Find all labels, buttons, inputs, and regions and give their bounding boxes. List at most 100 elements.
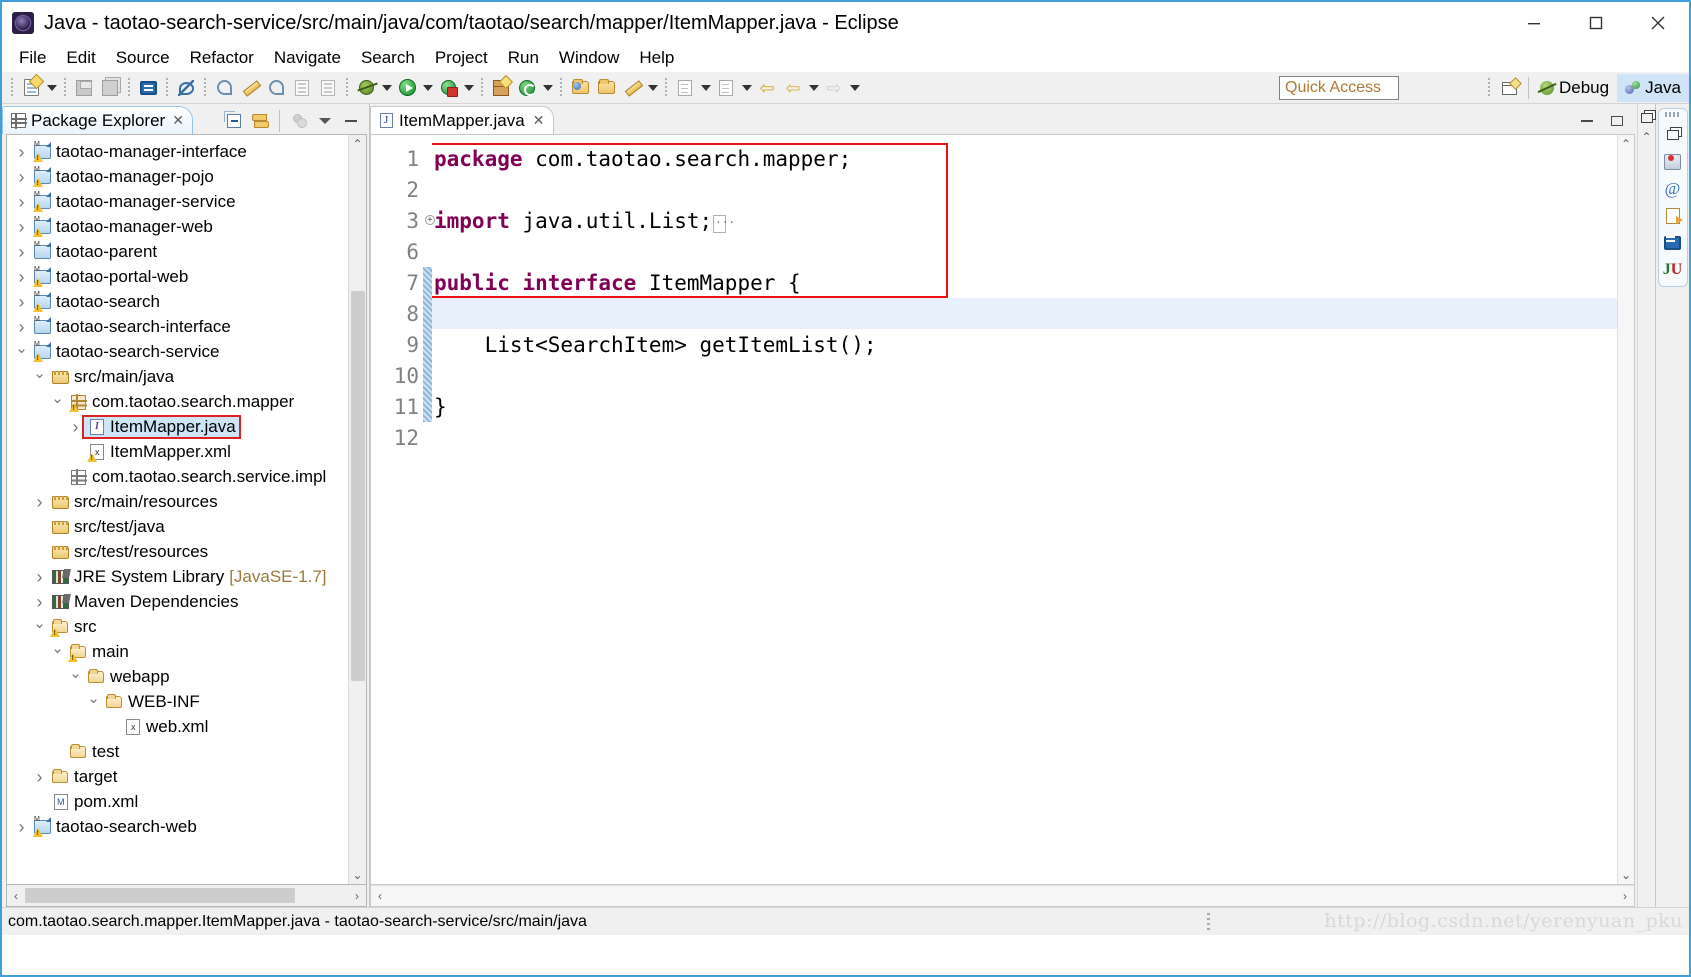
refresh-dropdown-arrow[interactable] <box>540 75 555 101</box>
twisty-collapsed-icon[interactable] <box>13 164 30 189</box>
twisty-collapsed-icon[interactable] <box>31 489 48 514</box>
drag-handle[interactable] <box>1664 112 1681 117</box>
mark-occurrences-button[interactable] <box>263 75 289 101</box>
twisty-collapsed-icon[interactable] <box>67 414 84 439</box>
run-button[interactable] <box>394 75 420 101</box>
code-line[interactable]: import java.util.List; <box>432 205 1617 236</box>
close-icon[interactable]: ✕ <box>533 112 545 129</box>
scroll-right-button[interactable]: › <box>348 887 366 905</box>
scroll-left-button[interactable]: ‹ <box>371 887 389 905</box>
folded-region-icon[interactable] <box>713 213 735 233</box>
twisty-collapsed-icon[interactable] <box>13 239 30 264</box>
focus-on-active-task-button[interactable] <box>289 111 309 131</box>
code-line[interactable]: package com.taotao.search.mapper; <box>432 143 1617 174</box>
twisty-expanded-icon[interactable] <box>31 364 48 389</box>
tree-item[interactable]: src/main/resources <box>7 489 348 514</box>
menu-edit[interactable]: Edit <box>57 46 104 70</box>
code-line[interactable]: List<SearchItem> getItemList(); <box>432 329 1617 360</box>
twisty-expanded-icon[interactable] <box>85 689 102 714</box>
maximize-chevron-icon[interactable]: ⌃ <box>1638 128 1656 146</box>
new-class-button[interactable] <box>211 75 237 101</box>
forward-button[interactable]: ⇨ <box>821 75 847 101</box>
tree-item[interactable]: taotao-manager-interface <box>7 139 348 164</box>
new-dropdown-arrow[interactable] <box>44 75 59 101</box>
maximize-button[interactable] <box>1565 2 1627 44</box>
menu-source[interactable]: Source <box>107 46 179 70</box>
maximize-editor-button[interactable] <box>1607 111 1627 131</box>
scroll-thumb[interactable] <box>350 291 365 681</box>
twisty-collapsed-icon[interactable] <box>13 264 30 289</box>
tab-package-explorer[interactable]: Package Explorer ✕ <box>2 106 193 134</box>
back-button[interactable]: ⇦ <box>780 75 806 101</box>
annotation-toggle-button[interactable] <box>173 75 199 101</box>
tree-vertical-scrollbar[interactable]: ⌃ ⌄ <box>348 135 366 884</box>
next-annotation-button[interactable] <box>713 75 739 101</box>
scroll-right-button[interactable]: › <box>1616 887 1634 905</box>
package-explorer-tree[interactable]: taotao-manager-interface taotao-manager-p… <box>7 135 348 884</box>
tree-item[interactable]: taotao-parent <box>7 239 348 264</box>
tree-item[interactable]: taotao-manager-web <box>7 214 348 239</box>
twisty-expanded-icon[interactable] <box>49 389 66 414</box>
debug-dropdown-arrow[interactable] <box>379 75 394 101</box>
twisty-collapsed-icon[interactable] <box>13 814 30 839</box>
tree-item[interactable]: taotao-search <box>7 289 348 314</box>
restore-icon[interactable] <box>1637 108 1657 128</box>
tree-item[interactable]: WEB-INF <box>7 689 348 714</box>
task-dropdown-arrow[interactable] <box>645 75 660 101</box>
twisty-collapsed-icon[interactable] <box>13 189 30 214</box>
twisty-collapsed-icon[interactable] <box>31 764 48 789</box>
twisty-collapsed-icon[interactable] <box>13 214 30 239</box>
code-line[interactable]: public interface ItemMapper { <box>432 267 1617 298</box>
tree-item[interactable]: Maven Dependencies <box>7 589 348 614</box>
open-task-button[interactable] <box>593 75 619 101</box>
code-line[interactable] <box>432 236 1617 267</box>
close-icon[interactable]: ✕ <box>172 112 184 129</box>
tree-item[interactable]: target <box>7 764 348 789</box>
back-dropdown-arrow[interactable] <box>806 75 821 101</box>
code-line[interactable] <box>432 298 1617 329</box>
outline-icon[interactable] <box>1663 206 1683 226</box>
open-perspective-button[interactable] <box>1495 72 1525 104</box>
tree-item[interactable]: taotao-search-interface <box>7 314 348 339</box>
collapse-all-button[interactable] <box>224 111 244 131</box>
perspective-debug-button[interactable]: Debug <box>1532 74 1617 102</box>
twisty-collapsed-icon[interactable] <box>13 314 30 339</box>
tree-item[interactable]: pom.xml <box>7 789 348 814</box>
view-menu-button[interactable] <box>315 111 335 131</box>
scroll-down-button[interactable]: ⌄ <box>1617 866 1634 884</box>
editor-horizontal-scrollbar[interactable]: ‹ › <box>370 885 1635 907</box>
junit-icon[interactable]: JU <box>1663 260 1683 280</box>
minimize-editor-button[interactable] <box>1577 111 1597 131</box>
console-button[interactable] <box>135 75 161 101</box>
twisty-collapsed-icon[interactable] <box>13 139 30 164</box>
tree-item[interactable]: taotao-manager-service <box>7 189 348 214</box>
tree-item[interactable]: src/test/resources <box>7 539 348 564</box>
minimize-button[interactable] <box>1503 2 1565 44</box>
at-icon[interactable]: @ <box>1663 179 1683 199</box>
tree-item[interactable]: webapp <box>7 664 348 689</box>
tree-horizontal-scrollbar[interactable]: ‹ › <box>6 885 367 907</box>
quick-access-input[interactable]: Quick Access <box>1279 76 1399 100</box>
tree-item[interactable]: src/test/java <box>7 514 348 539</box>
tree-item[interactable]: taotao-portal-web <box>7 264 348 289</box>
twisty-expanded-icon[interactable] <box>13 339 30 364</box>
restore-icon[interactable] <box>1663 125 1683 145</box>
scroll-up-button[interactable]: ⌃ <box>1617 135 1634 153</box>
menu-help[interactable]: Help <box>630 46 683 70</box>
menu-project[interactable]: Project <box>426 46 497 70</box>
tree-item[interactable]: ItemMapper.xml <box>7 439 348 464</box>
refresh-button[interactable] <box>514 75 540 101</box>
minimize-view-button[interactable] <box>341 111 361 131</box>
tree-item[interactable]: test <box>7 739 348 764</box>
tree-item[interactable]: src <box>7 614 348 639</box>
tree-item[interactable]: com.taotao.search.service.impl <box>7 464 348 489</box>
save-button[interactable] <box>71 75 97 101</box>
tree-item[interactable]: web.xml <box>7 714 348 739</box>
save-all-button[interactable] <box>97 75 123 101</box>
link-with-editor-button[interactable] <box>250 111 270 131</box>
scroll-left-button[interactable]: ‹ <box>7 887 25 905</box>
forward-dropdown-arrow[interactable] <box>847 75 862 101</box>
tree-item[interactable]: JRE System Library[JavaSE-1.7] <box>7 564 348 589</box>
editor-vertical-scrollbar[interactable]: ⌃ ⌄ <box>1617 135 1634 884</box>
run-external-tools-button[interactable] <box>435 75 461 101</box>
